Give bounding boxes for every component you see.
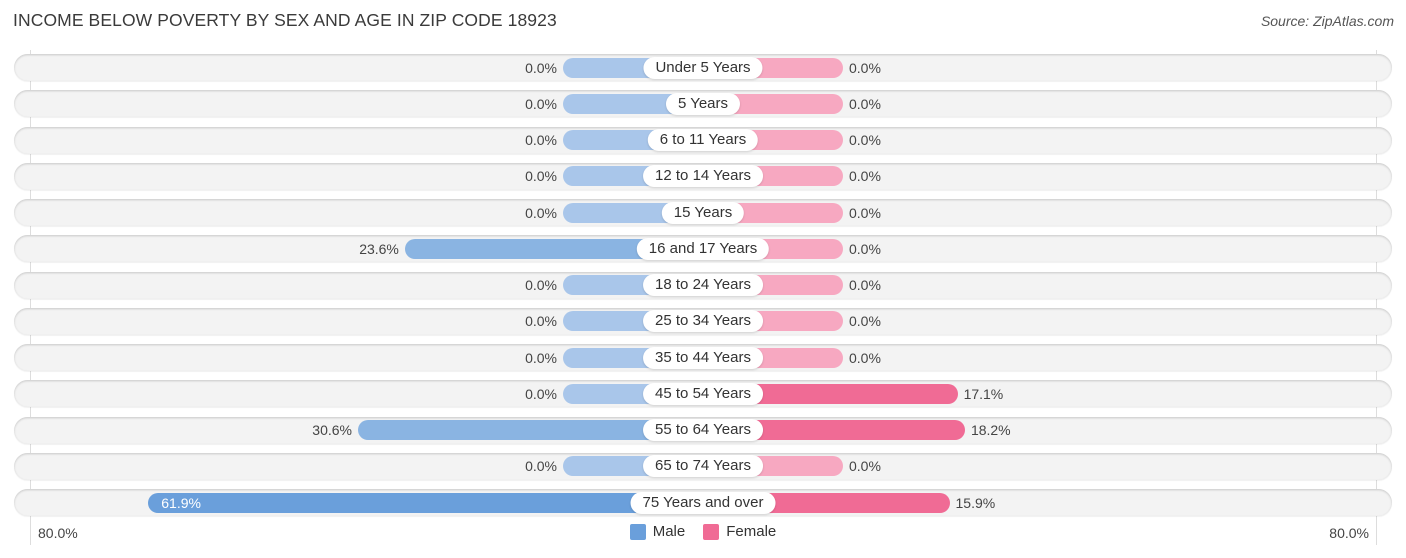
category-label: 65 to 74 Years — [643, 455, 763, 478]
category-label: 12 to 14 Years — [643, 165, 763, 188]
value-label-male: 0.0% — [525, 168, 557, 185]
value-label-male: 0.0% — [525, 313, 557, 330]
category-label: 25 to 34 Years — [643, 310, 763, 333]
value-label-female: 0.0% — [849, 458, 881, 475]
value-label-female: 0.0% — [849, 240, 881, 257]
value-label-male: 61.9% — [161, 494, 201, 511]
category-label: 6 to 11 Years — [647, 129, 759, 151]
value-label-female: 0.0% — [849, 95, 881, 112]
chart-title: INCOME BELOW POVERTY BY SEX AND AGE IN Z… — [13, 10, 557, 30]
category-label: 18 to 24 Years — [643, 274, 763, 296]
value-label-male: 30.6% — [312, 422, 352, 438]
legend-item-male: Male — [629, 523, 686, 540]
legend-swatch-female — [703, 523, 720, 540]
value-label-male: 0.0% — [525, 59, 557, 76]
value-label-male: 0.0% — [525, 204, 557, 221]
value-label-female: 0.0% — [849, 168, 881, 185]
value-label-male: 0.0% — [525, 349, 557, 366]
value-label-male: 0.0% — [525, 95, 557, 112]
legend: Male Female — [0, 523, 1406, 540]
legend-item-female: Female — [703, 523, 776, 540]
value-label-male: 23.6% — [359, 240, 399, 257]
value-label-male: 0.0% — [525, 277, 557, 293]
category-label: 75 Years and over — [630, 491, 776, 514]
value-label-female: 0.0% — [849, 204, 881, 221]
category-label: Under 5 Years — [643, 56, 763, 79]
value-label-female: 0.0% — [849, 313, 881, 330]
category-label: 15 Years — [661, 201, 745, 224]
value-label-male: 0.0% — [525, 458, 557, 475]
value-label-female: 17.1% — [963, 385, 1004, 402]
category-label: 16 and 17 Years — [636, 237, 770, 260]
legend-label-female: Female — [726, 523, 777, 540]
category-label: 5 Years — [665, 92, 741, 115]
value-label-male: 0.0% — [525, 132, 557, 148]
value-label-female: 15.9% — [955, 494, 996, 511]
category-label: 45 to 54 Years — [643, 382, 763, 405]
value-label-female: 0.0% — [849, 277, 881, 293]
bar-male — [148, 492, 703, 513]
category-label: 55 to 64 Years — [643, 419, 763, 441]
value-label-male: 0.0% — [525, 385, 557, 402]
value-label-female: 0.0% — [849, 132, 881, 148]
value-label-female: 18.2% — [970, 422, 1011, 438]
legend-swatch-male — [629, 523, 646, 540]
value-label-female: 0.0% — [849, 349, 881, 366]
value-label-female: 0.0% — [849, 59, 881, 76]
source-label: Source: ZipAtlas.com — [1260, 13, 1394, 29]
legend-label-male: Male — [652, 523, 686, 540]
category-label: 35 to 44 Years — [643, 346, 763, 369]
